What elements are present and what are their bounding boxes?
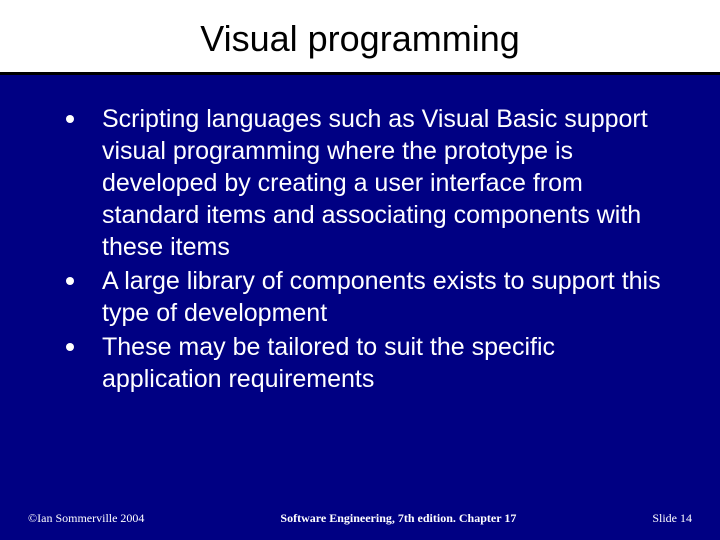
slide-footer: ©Ian Sommerville 2004 Software Engineeri…: [0, 511, 720, 526]
footer-slide-number: Slide 14: [652, 511, 692, 526]
title-bar: Visual programming: [0, 0, 720, 75]
list-item: A large library of components exists to …: [60, 265, 680, 329]
footer-chapter: Software Engineering, 7th edition. Chapt…: [144, 511, 652, 526]
bullet-list: Scripting languages such as Visual Basic…: [60, 103, 680, 395]
slide-title: Visual programming: [0, 0, 720, 72]
list-item: These may be tailored to suit the specif…: [60, 331, 680, 395]
list-item: Scripting languages such as Visual Basic…: [60, 103, 680, 263]
slide: Visual programming Scripting languages s…: [0, 0, 720, 540]
slide-body: Scripting languages such as Visual Basic…: [0, 75, 720, 395]
footer-copyright: ©Ian Sommerville 2004: [28, 511, 144, 526]
